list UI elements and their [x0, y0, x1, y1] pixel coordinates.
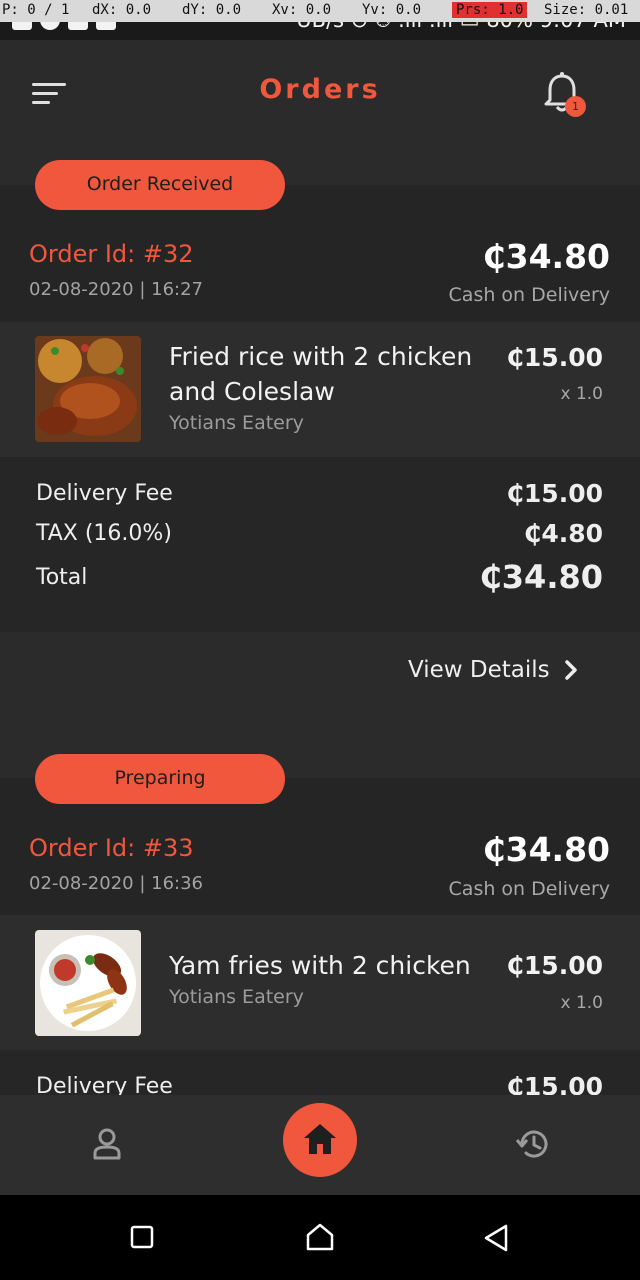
delivery-fee-value: ₵15.00 — [506, 1072, 603, 1095]
order-item[interactable]: Yam fries with 2 chicken Yotians Eatery … — [0, 915, 640, 1050]
back-icon[interactable] — [483, 1224, 509, 1252]
history-icon[interactable] — [515, 1127, 551, 1161]
order-id: Order Id: #33 — [29, 834, 194, 862]
notification-badge: 1 — [565, 96, 586, 117]
system-navigation-bar — [0, 1195, 640, 1280]
recents-icon[interactable] — [130, 1225, 154, 1249]
debug-size: Size: 0.01 — [544, 2, 629, 18]
home-nav-icon[interactable] — [306, 1223, 334, 1251]
vendor-name: Yotians Eatery — [169, 986, 304, 1008]
pointer-debug-overlay: P: 0 / 1 dX: 0.0 dY: 0.0 Xv: 0.0 Yv: 0.0… — [0, 0, 640, 22]
chevron-right-icon — [564, 660, 577, 680]
view-details-label: View Details — [408, 657, 550, 683]
item-name-line2: and Coleslaw — [169, 377, 335, 406]
item-name: Yam fries with 2 chicken — [169, 951, 471, 980]
order-date: 02-08-2020 | 16:36 — [29, 873, 203, 894]
view-details-button[interactable]: View Details — [408, 657, 578, 683]
order-total: ₵34.80 — [482, 237, 610, 276]
debug-xv: Xv: 0.0 — [272, 2, 332, 18]
payment-method: Cash on Delivery — [448, 878, 610, 900]
tax-label: TAX (16.0%) — [36, 521, 172, 546]
item-name: Fried rice with 2 chicken and Coleslaw — [169, 339, 499, 409]
item-quantity: x 1.0 — [560, 384, 604, 404]
debug-yv: Yv: 0.0 — [362, 2, 422, 18]
vendor-name: Yotians Eatery — [169, 412, 304, 434]
home-icon — [304, 1124, 336, 1154]
order-summary: Delivery Fee ₵15.00 TAX (16.0%) ₵4.80 To… — [0, 457, 640, 632]
total-value: ₵34.80 — [479, 558, 603, 596]
home-button[interactable] — [283, 1103, 357, 1177]
item-price: ₵15.00 — [506, 343, 603, 372]
delivery-fee-label: Delivery Fee — [36, 1074, 173, 1095]
delivery-fee-value: ₵15.00 — [506, 479, 603, 508]
item-price: ₵15.00 — [506, 951, 603, 980]
app-header: Orders 1 — [0, 40, 640, 145]
tax-value: ₵4.80 — [523, 519, 603, 548]
payment-method: Cash on Delivery — [448, 284, 610, 306]
total-label: Total — [36, 565, 88, 590]
order-id: Order Id: #32 — [29, 240, 194, 268]
order-total: ₵34.80 — [482, 830, 610, 869]
delivery-fee-label: Delivery Fee — [36, 481, 173, 506]
debug-p: P: 0 / 1 — [2, 2, 70, 18]
debug-prs: Prs: 1.0 — [452, 2, 528, 18]
profile-icon[interactable] — [92, 1128, 122, 1160]
debug-dx: dX: 0.0 — [92, 2, 152, 18]
bottom-navigation — [0, 1095, 640, 1195]
order-item[interactable]: Fried rice with 2 chicken and Coleslaw Y… — [0, 322, 640, 457]
item-name-line1: Fried rice with 2 chicken — [169, 342, 473, 371]
food-image — [35, 336, 141, 442]
debug-dy: dY: 0.0 — [182, 2, 242, 18]
status-badge: Preparing — [35, 754, 285, 804]
order-date: 02-08-2020 | 16:27 — [29, 279, 203, 300]
status-badge: Order Received — [35, 160, 285, 210]
item-quantity: x 1.0 — [560, 993, 604, 1013]
order-summary: Delivery Fee ₵15.00 — [0, 1050, 640, 1095]
food-image — [35, 930, 141, 1036]
